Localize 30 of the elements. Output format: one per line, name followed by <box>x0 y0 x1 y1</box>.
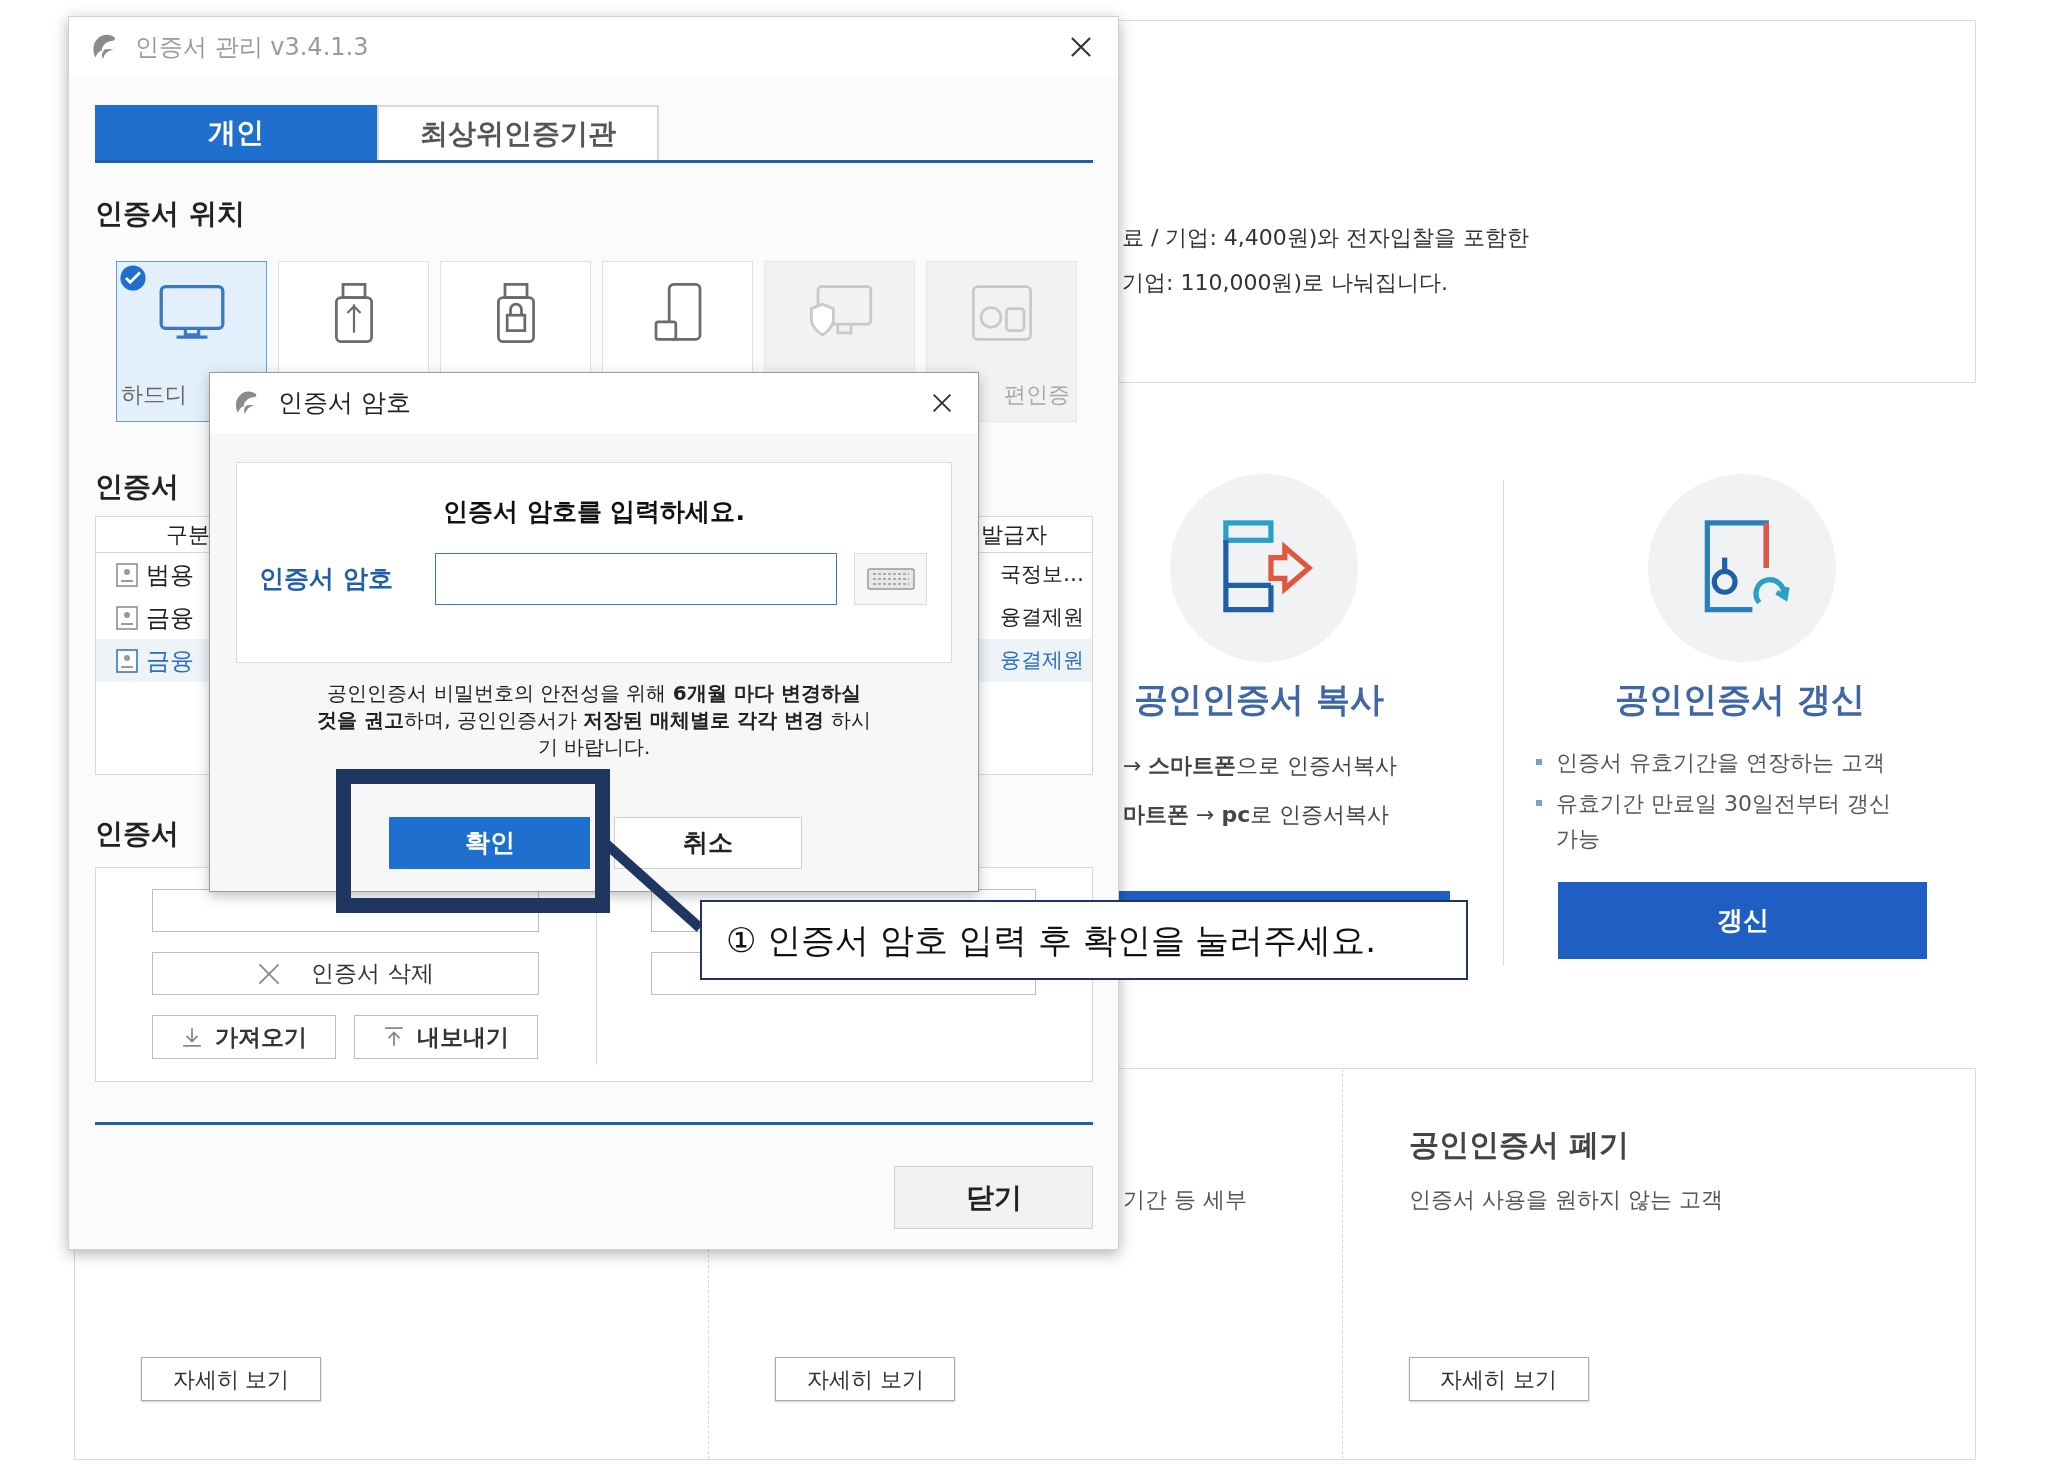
column-header: 구분 <box>166 521 210 549</box>
table-cell-text: 범용 <box>146 559 194 591</box>
notice-text: 공인인증서 비밀번호의 안전성을 위해 6개월 마다 변경하실 것을 권고하며, 공인인증서가 저장된 매체별로 각각 변경 하시기 바랍니다. <box>316 680 872 761</box>
table-cell-text: 금융 <box>146 602 194 634</box>
column-header: 발급자 <box>981 521 1047 549</box>
info-text: 료 / 기업: 4,400원)와 전자입찰을 포함한 <box>1122 224 1531 252</box>
info-text: 기업: 110,000원)로 나눠집니다. <box>1122 269 1449 297</box>
service-text: 인증서 사용을 원하지 않는 고객 <box>1408 1185 1723 1214</box>
table-cell-text: 국정보… <box>1000 560 1084 588</box>
section-heading: 인증서 <box>95 469 179 505</box>
callout-text: ① 인증서 암호 입력 후 확인을 눌러주세요. <box>726 918 1377 962</box>
window-title: 인증서 관리 v3.4.1.3 <box>135 32 369 63</box>
table-cell-text: 금융 <box>146 645 194 677</box>
table-cell-text: 융결제원 <box>1000 646 1084 674</box>
dialog-title: 인증서 암호 <box>278 387 411 420</box>
field-label: 인증서 암호 <box>259 562 394 595</box>
service-text: 유효기간 만료일 30일전부터 갱신 가능 <box>1556 790 1892 853</box>
location-label: 편인증 <box>1004 381 1071 409</box>
service-text: → 스마트폰으로 인증서복사 <box>1123 752 1399 780</box>
location-label: 하드디 <box>120 381 187 409</box>
service-title: 공인인증서 갱신 <box>1615 678 1865 721</box>
service-text: 인증서 유효기간을 연장하는 고객 <box>1556 749 1886 777</box>
service-title: 공인인증서 폐기 <box>1408 1125 1630 1164</box>
service-text: 마트폰 → pc로 인증서복사 <box>1123 801 1391 829</box>
service-text: 기간 등 세부 <box>1123 1185 1248 1214</box>
service-title: 공인인증서 복사 <box>1134 678 1385 721</box>
table-cell-text: 융결제원 <box>1000 603 1084 631</box>
section-heading: 인증서 위치 <box>95 196 245 232</box>
section-heading: 인증서 <box>95 816 179 852</box>
prompt-text: 인증서 암호를 입력하세요. <box>443 496 745 528</box>
